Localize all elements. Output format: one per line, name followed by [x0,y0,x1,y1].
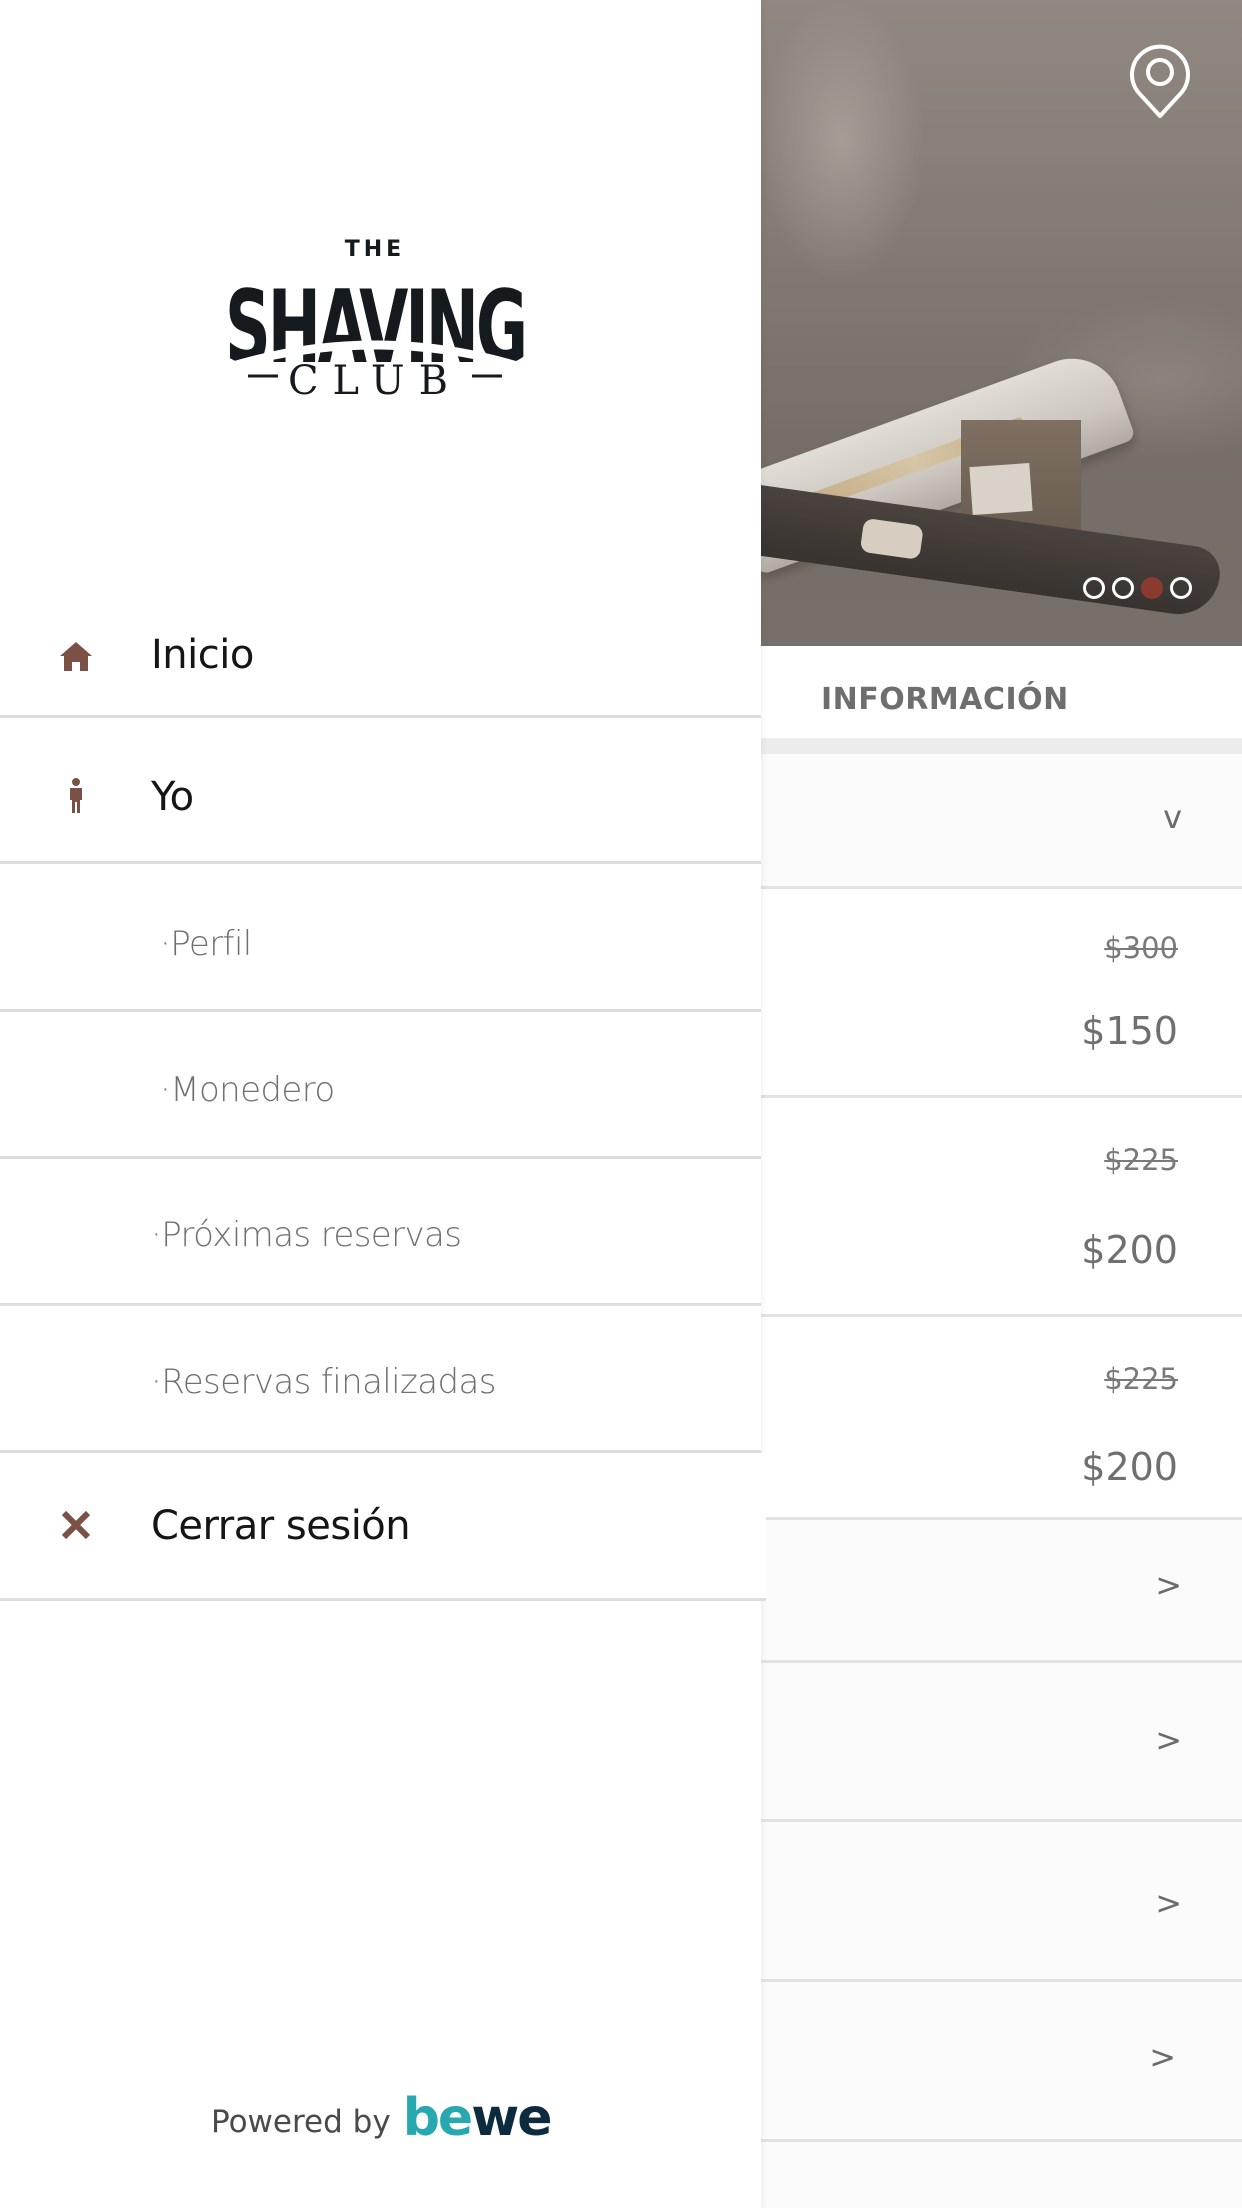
chevron-right-icon: > [1149,2038,1176,2076]
original-price: $300 [1104,931,1178,965]
powered-by-footer: Powered by bewe [211,2092,553,2144]
service-row[interactable]: $225 $200 [761,1098,1242,1317]
nav-row[interactable]: > [761,1822,1242,1982]
drawer-item-reservas-finalizadas[interactable]: ·Reservas finalizadas [0,1306,761,1453]
drawer-subitem-label: ·Reservas finalizadas [151,1362,496,1402]
drawer-item-yo[interactable]: Yo [0,718,761,864]
drawer-item-perfil[interactable]: ·Perfil [0,864,761,1012]
home-icon [56,636,96,676]
drawer-item-inicio[interactable]: Inicio [0,594,761,718]
section-divider [761,738,1242,754]
discounted-price: $150 [1081,1009,1178,1053]
chevron-right-icon: > [1155,1884,1182,1922]
drawer-subitem-label: ·Perfil [160,924,252,964]
service-row[interactable]: $225 $200 [761,1317,1242,1520]
drawer-item-label: Inicio [151,632,254,678]
powered-by-text: Powered by [211,2104,391,2140]
drawer-item-proximas-reservas[interactable]: ·Próximas reservas [0,1159,761,1306]
carousel-dot-3-active[interactable] [1141,577,1163,599]
service-row[interactable]: $300 $150 [761,889,1242,1098]
map-pin-icon[interactable] [1128,44,1192,120]
drawer-item-cerrar-sesion[interactable]: Cerrar sesión [0,1453,766,1601]
shaving-club-logo: THE SHAVING CLUB [224,237,529,402]
discounted-price: $200 [1081,1228,1178,1272]
chevron-down-icon: v [1163,798,1182,836]
discounted-price: $200 [1081,1445,1178,1489]
logo-the: THE [345,237,405,262]
carousel-dot-2[interactable] [1112,577,1134,599]
drawer-subitem-label: ·Próximas reservas [151,1215,462,1255]
carousel-dot-4[interactable] [1170,577,1192,599]
nav-row[interactable]: > [761,1982,1242,2142]
original-price: $225 [1104,1143,1178,1177]
drawer-subitem-label: ·Monedero [160,1070,335,1110]
drawer-item-monedero[interactable]: ·Monedero [0,1012,761,1159]
original-price: $225 [1104,1362,1178,1396]
expand-row[interactable]: v [761,754,1242,889]
carousel-indicator [1083,577,1192,599]
close-icon [56,1505,96,1545]
person-icon [56,776,96,816]
section-header: INFORMACIÓN [761,646,1242,738]
navigation-drawer: THE SHAVING CLUB Inicio Yo ·Perfil ·Mone… [0,0,766,2208]
nav-row[interactable]: > [761,1520,1242,1663]
bewe-logo[interactable]: bewe [403,2092,553,2144]
logo-club: CLUB [288,358,462,402]
drawer-item-label: Cerrar sesión [151,1503,411,1549]
chevron-right-icon: > [1155,1721,1182,1759]
chevron-right-icon: > [1155,1566,1182,1604]
section-title: INFORMACIÓN [821,682,1069,717]
drawer-item-label: Yo [151,774,194,820]
carousel-dot-1[interactable] [1083,577,1105,599]
nav-row[interactable]: > [761,1663,1242,1822]
